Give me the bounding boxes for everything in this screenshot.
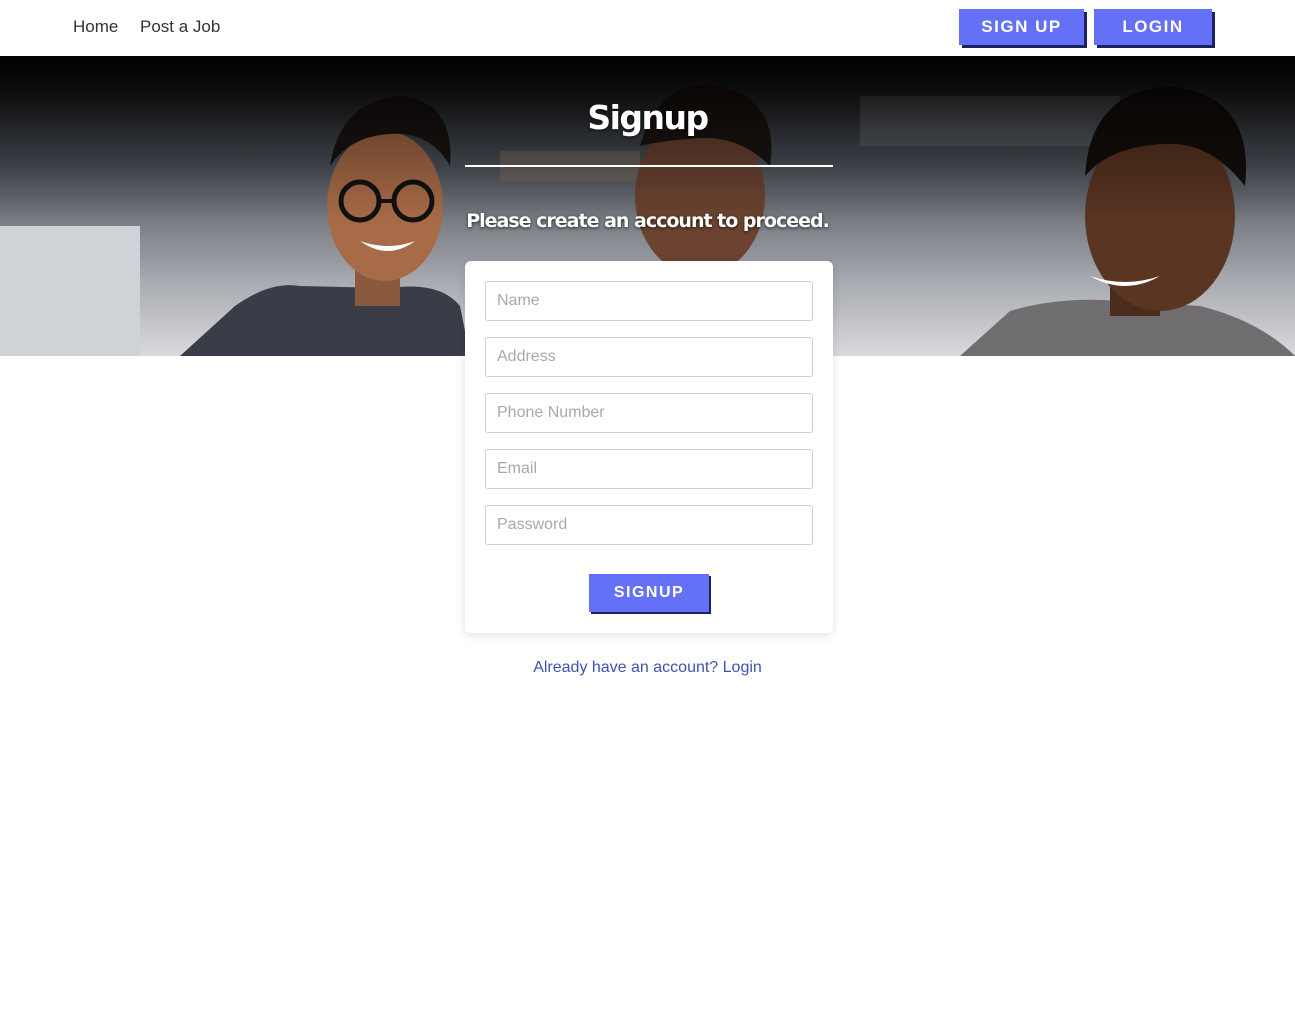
nav-post-job-link[interactable]: Post a Job (140, 17, 220, 37)
password-field[interactable] (485, 505, 813, 545)
name-field[interactable] (485, 281, 813, 321)
phone-number-field[interactable] (485, 393, 813, 433)
login-nav-button[interactable]: LOGIN (1094, 9, 1212, 45)
nav-home-link[interactable]: Home (73, 17, 118, 37)
signup-submit-button[interactable]: SIGNUP (589, 574, 709, 612)
signup-nav-button[interactable]: SIGN UP (959, 9, 1084, 45)
login-link[interactable]: Already have an account? Login (0, 659, 1295, 677)
title-divider (465, 165, 833, 167)
top-nav: Home Post a Job SIGN UP LOGIN (0, 0, 1295, 56)
signup-form-card: SIGNUP (465, 261, 833, 633)
page-title: Signup (587, 98, 709, 137)
page-subtitle: Please create an account to proceed. (466, 210, 830, 232)
email-field[interactable] (485, 449, 813, 489)
address-field[interactable] (485, 337, 813, 377)
